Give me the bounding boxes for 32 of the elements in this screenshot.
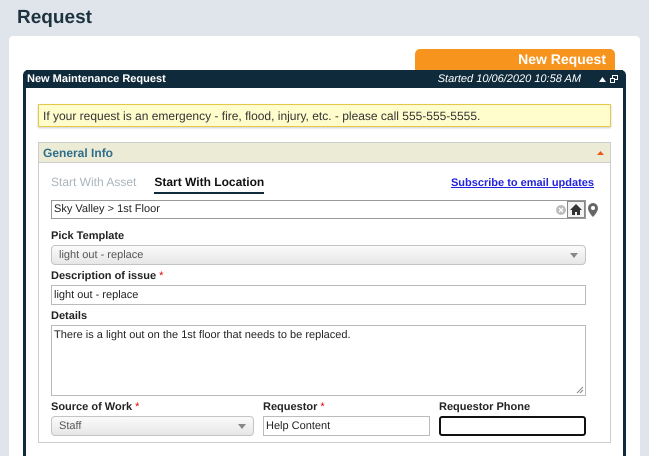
caret-icon (238, 424, 246, 428)
required-mark: * (320, 400, 325, 414)
text-field[interactable] (439, 416, 586, 436)
dropdown-field[interactable]: Staff (51, 416, 254, 436)
required-mark: * (135, 400, 140, 414)
page-title: Request (17, 6, 92, 30)
field-label: Requestor (263, 400, 318, 414)
text-area[interactable]: There is a light out on the 1st floor that needs to be replaced. (51, 325, 586, 396)
panel-title: New Maintenance Request (27, 72, 166, 87)
home-button[interactable] (567, 201, 585, 218)
caret-icon (570, 252, 578, 258)
field-label: Source of Work (51, 400, 132, 414)
field-label: Requestor Phone (439, 400, 530, 414)
map-pin-icon[interactable] (588, 202, 598, 216)
field-label: Description of issue (51, 268, 156, 284)
section-header[interactable]: General Info (39, 143, 610, 163)
field-label: Details (51, 308, 88, 324)
required-mark: * (159, 268, 164, 284)
section-title: General Info (43, 144, 114, 162)
resize-handle-icon (576, 386, 584, 394)
subscribe-link[interactable]: Subscribe to email updates (450, 174, 594, 194)
text-field[interactable]: Help Content (263, 416, 430, 436)
emergency-notice: If your request is an emergency - fire, flood, injury, etc. - please call 555-555-5555. (38, 104, 611, 127)
mode-tab[interactable]: Start With Location (154, 173, 264, 194)
home-icon (570, 204, 582, 215)
dropdown-field[interactable]: light out - replace (51, 245, 586, 265)
collapse-icon[interactable] (599, 76, 606, 82)
started-time: Started 10/06/2020 10:58 AM (438, 72, 581, 87)
location-field[interactable]: Sky Valley > 1st Floor (51, 200, 586, 219)
field-label: Pick Template (51, 228, 124, 244)
restore-window-icon[interactable] (610, 75, 618, 83)
text-field[interactable]: light out - replace (51, 285, 586, 305)
